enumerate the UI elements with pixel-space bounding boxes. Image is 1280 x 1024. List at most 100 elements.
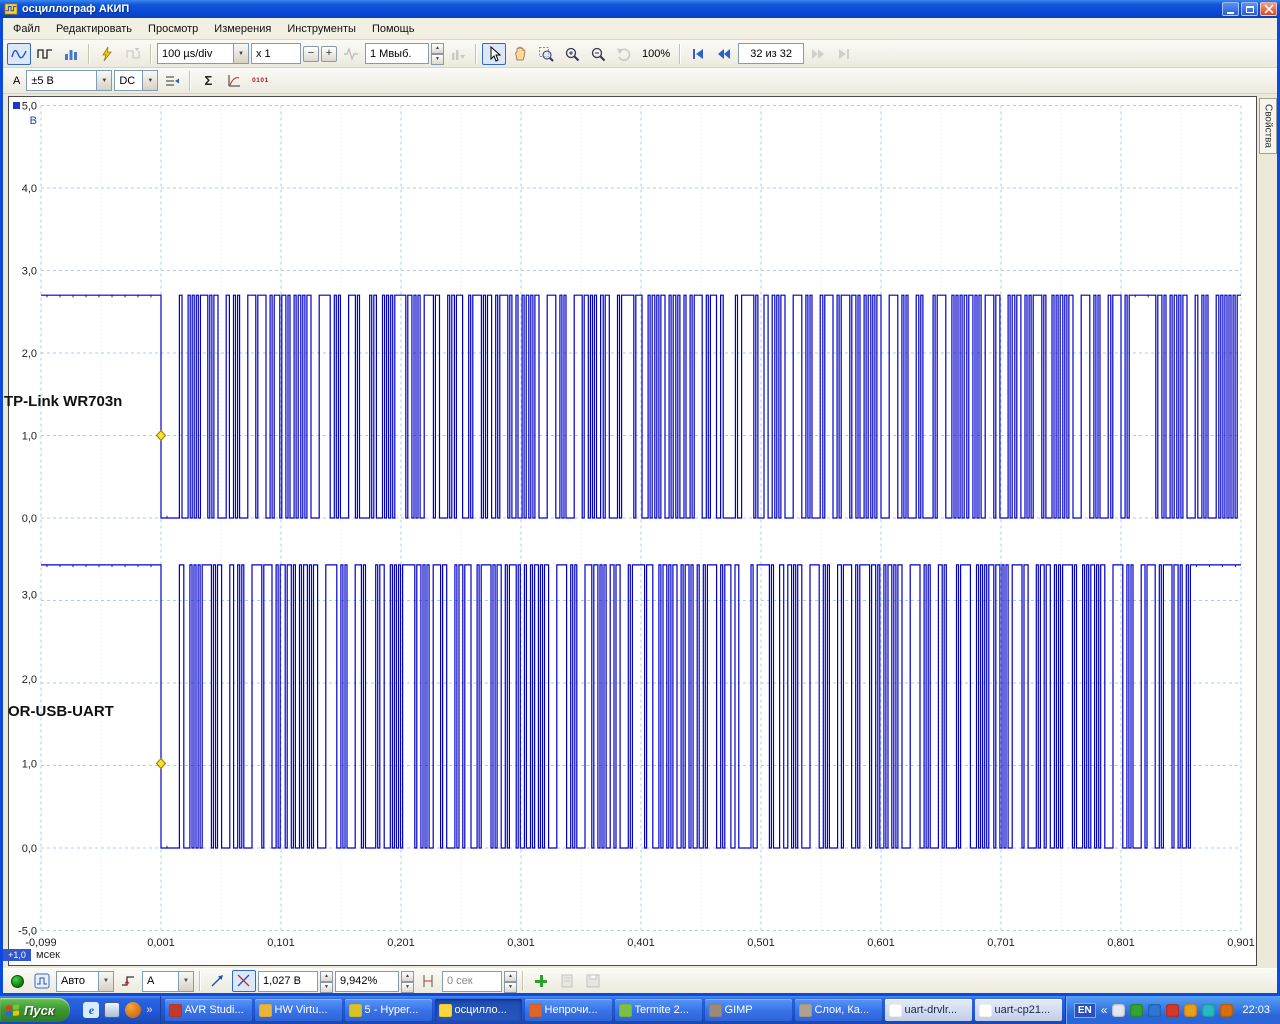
pan-hand-button[interactable] <box>508 43 532 65</box>
taskbar-button[interactable]: uart-cp21... <box>975 999 1062 1021</box>
voltage-range-value: ±5 В <box>31 75 54 87</box>
run-acquisition-button[interactable] <box>95 43 119 65</box>
quicklaunch-chevron-icon[interactable]: » <box>146 1004 152 1016</box>
trigger-level-input[interactable]: 1,027 В <box>258 971 318 992</box>
alert-tray-icon[interactable] <box>1166 1004 1179 1017</box>
select-cursor-button[interactable] <box>482 43 506 65</box>
first-frame-button[interactable] <box>686 43 710 65</box>
antivirus-tray-icon[interactable] <box>1130 1004 1143 1017</box>
voltage-range-select[interactable]: ±5 В▼ <box>26 70 112 91</box>
next-frame-button[interactable] <box>806 43 830 65</box>
menubar: ФайлРедактироватьПросмотрИзмеренияИнстру… <box>3 18 1277 40</box>
coupling-select[interactable]: DC▼ <box>114 70 158 91</box>
trigger-source-select[interactable]: A▼ <box>142 971 194 992</box>
trigger-marker[interactable] <box>157 759 166 769</box>
network-tray-icon[interactable] <box>1112 1004 1125 1017</box>
scale-minus-button[interactable]: − <box>303 46 319 62</box>
xy-plot-button[interactable] <box>222 70 246 92</box>
toolbar-separator <box>88 44 90 64</box>
language-indicator[interactable]: EN <box>1074 1003 1096 1018</box>
save-image-button[interactable] <box>581 970 605 992</box>
measure-cursors-button[interactable] <box>416 970 440 992</box>
channel-options-button[interactable] <box>160 70 184 92</box>
histogram-view-button[interactable] <box>59 43 83 65</box>
waveform-plot[interactable]: 5,04,03,02,01,00,0-5,03,02,01,00,0В-0,09… <box>9 97 1256 965</box>
start-button[interactable]: Пуск <box>0 998 70 1022</box>
scope-display[interactable]: 5,04,03,02,01,00,0-5,03,02,01,00,0В-0,09… <box>8 96 1257 966</box>
menu-file[interactable]: Файл <box>5 20 48 38</box>
zoom-undo-button[interactable] <box>612 43 636 65</box>
update-tray-icon[interactable] <box>1184 1004 1197 1017</box>
window-title: осциллограф АКИП <box>22 3 1218 15</box>
taskbar-button[interactable]: uart-drvlr... <box>885 999 972 1021</box>
gimp-dialog-icon <box>799 1004 812 1017</box>
export-button[interactable] <box>555 970 579 992</box>
sample-count-box[interactable]: 1 Мвыб. <box>365 43 429 64</box>
menu-measurements[interactable]: Измерения <box>206 20 279 38</box>
trigger-indicator-button[interactable] <box>30 970 54 992</box>
y-tick-label: 0,0 <box>22 513 37 525</box>
prev-frame-button[interactable] <box>712 43 736 65</box>
power-tray-icon[interactable] <box>1220 1004 1233 1017</box>
taskbar-button[interactable]: GIMP <box>705 999 792 1021</box>
taskbar-button[interactable]: Слои, Ка... <box>795 999 882 1021</box>
taskbar-button[interactable]: AVR Studi... <box>165 999 252 1021</box>
avr-studio-icon <box>169 1004 182 1017</box>
math-sum-button[interactable]: Σ <box>196 70 220 92</box>
chevron-down-icon: ▼ <box>98 972 113 991</box>
time-unit-label: мсек <box>36 949 60 961</box>
usb-device-tray-icon[interactable] <box>1148 1004 1161 1017</box>
trigger-holdoff-input[interactable]: 0 сек <box>442 971 502 992</box>
logic-analyzer-button[interactable]: 0101 <box>248 70 272 92</box>
volume-tray-icon[interactable] <box>1202 1004 1215 1017</box>
frame-counter[interactable]: 32 из 32 <box>738 43 804 64</box>
y-tick-label: 3,0 <box>22 590 37 602</box>
trigger-holdoff-spinner[interactable]: ▲▼ <box>504 971 517 992</box>
waveform-view-button[interactable] <box>7 43 31 65</box>
taskbar-button[interactable]: Termite 2... <box>615 999 702 1021</box>
taskbar-clock[interactable]: 22:03 <box>1242 1004 1270 1016</box>
trigger-hysteresis-spinner[interactable]: ▲▼ <box>401 971 414 992</box>
menu-help[interactable]: Помощь <box>364 20 423 38</box>
zoom-region-button[interactable] <box>534 43 558 65</box>
taskbar-button[interactable]: осцилло... <box>435 999 522 1021</box>
last-frame-button[interactable] <box>832 43 856 65</box>
x-tick-label: 0,601 <box>867 937 895 949</box>
tray-chevron-icon[interactable]: « <box>1101 1003 1108 1017</box>
scale-plus-button[interactable]: + <box>321 46 337 62</box>
decimation-button[interactable] <box>446 43 470 65</box>
internet-explorer-icon[interactable]: e <box>83 1002 99 1018</box>
menu-tools[interactable]: Инструменты <box>279 20 364 38</box>
show-desktop-icon[interactable] <box>104 1002 120 1018</box>
trigger-mode-value: Авто <box>61 975 85 987</box>
taskbar-button[interactable]: Непрочи... <box>525 999 612 1021</box>
sample-count-spinner[interactable]: ▲▼ <box>431 43 444 64</box>
square-wave-view-button[interactable] <box>33 43 57 65</box>
properties-tab[interactable]: Свойства <box>1259 98 1277 154</box>
taskbar-button[interactable]: 5 - Hyper... <box>345 999 432 1021</box>
media-player-icon[interactable] <box>125 1002 141 1018</box>
add-measurement-button[interactable] <box>529 970 553 992</box>
trigger-type-button[interactable] <box>116 970 140 992</box>
maximize-button[interactable] <box>1241 2 1258 16</box>
timebase-select[interactable]: 100 µs/div▼ <box>157 43 249 64</box>
taskbar-button[interactable]: HW Virtu... <box>255 999 342 1021</box>
coupling-value: DC <box>119 75 135 87</box>
trigger-level-spinner[interactable]: ▲▼ <box>320 971 333 992</box>
trigger-mode-select[interactable]: Авто ▼ <box>56 971 114 992</box>
single-capture-button[interactable] <box>121 43 145 65</box>
close-button[interactable] <box>1260 2 1277 16</box>
menu-edit[interactable]: Редактировать <box>48 20 140 38</box>
trigger-hysteresis-input[interactable]: 9,942% <box>335 971 399 992</box>
zoom-out-button[interactable] <box>586 43 610 65</box>
minimize-button[interactable] <box>1222 2 1239 16</box>
zoom-in-button[interactable] <box>560 43 584 65</box>
menu-view[interactable]: Просмотр <box>140 20 206 38</box>
fit-waveform-button[interactable] <box>339 43 363 65</box>
edge-any-button[interactable] <box>232 970 256 992</box>
trigger-toolbar: Авто ▼ A▼ 1,027 В ▲▼ 9,942% ▲▼ 0 сек ▲▼ <box>3 968 1277 994</box>
trigger-marker[interactable] <box>157 431 166 441</box>
edge-rising-button[interactable] <box>206 970 230 992</box>
toolbar-separator <box>475 44 477 64</box>
scale-x-box[interactable]: x 1 <box>251 43 301 64</box>
